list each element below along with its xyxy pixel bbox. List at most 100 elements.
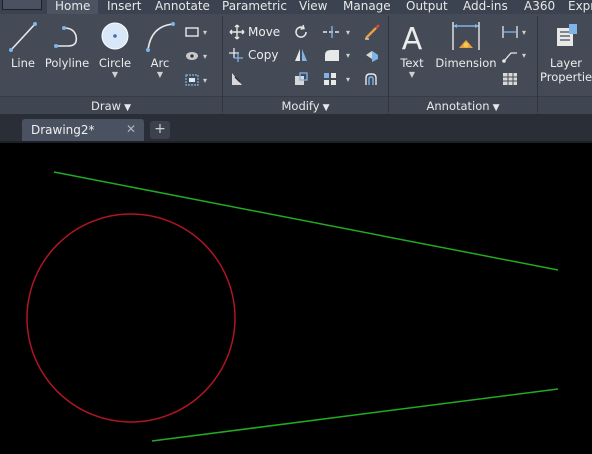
- mirror-button[interactable]: [293, 45, 309, 65]
- draw-panel-label: Draw: [91, 99, 122, 113]
- arc-icon: [146, 22, 175, 52]
- boundary-dropdown-icon[interactable]: ▾: [203, 76, 207, 85]
- circle-entity[interactable]: [26, 213, 236, 423]
- text-dropdown-icon[interactable]: ▼: [395, 70, 429, 79]
- copy-button[interactable]: Copy: [229, 45, 278, 65]
- erase-icon: [365, 24, 380, 40]
- modify-panel-label: Modify: [281, 99, 320, 113]
- annotation-panel-label: Annotation: [426, 99, 490, 113]
- offset-icon: [365, 73, 377, 85]
- document-tab-drawing2[interactable]: Drawing2* ✕: [22, 119, 144, 141]
- stretch-button[interactable]: [229, 69, 245, 89]
- scale-button[interactable]: [293, 69, 309, 89]
- trim-button[interactable]: ▾: [321, 22, 350, 42]
- boundary-icon: [185, 74, 199, 86]
- polyline-button[interactable]: Polyline: [42, 20, 92, 70]
- drawing-canvas[interactable]: [0, 141, 592, 454]
- line-button[interactable]: Line: [6, 20, 40, 70]
- polyline-label: Polyline: [44, 56, 90, 70]
- explode-button[interactable]: [363, 45, 381, 65]
- draw-panel: Line Polyline Circle ▼ Arc ▼ ▾ ▾ ▾ Draw …: [0, 14, 222, 114]
- line-icon: [9, 22, 37, 52]
- move-icon: [229, 24, 245, 40]
- circle-icon: [101, 22, 129, 50]
- fillet-icon: [325, 50, 339, 61]
- linear-dimension-icon: [502, 26, 518, 38]
- upper-line[interactable]: [53, 171, 559, 271]
- trim-dropdown-icon[interactable]: ▾: [346, 28, 350, 37]
- copy-label: Copy: [248, 48, 279, 62]
- modify-panel-title[interactable]: Modify ▼: [223, 96, 388, 114]
- table-button[interactable]: [501, 69, 519, 89]
- circle-label: Circle: [98, 56, 132, 70]
- tab-output[interactable]: Output: [406, 0, 448, 14]
- offset-button[interactable]: [363, 69, 381, 89]
- tab-home[interactable]: Home: [47, 0, 99, 14]
- layer-properties-icon: [557, 24, 577, 46]
- scale-icon: [295, 72, 308, 85]
- layers-panel-title[interactable]: [538, 96, 592, 114]
- rectangle-dropdown-icon[interactable]: ▾: [203, 28, 207, 37]
- dimension-icon: [452, 22, 480, 50]
- tab-add-ins[interactable]: Add-ins: [463, 0, 508, 14]
- leader-dropdown-icon[interactable]: ▾: [522, 51, 526, 60]
- new-tab-button[interactable]: +: [150, 121, 170, 139]
- svg-text:A: A: [402, 22, 423, 54]
- tab-parametric[interactable]: Parametric: [222, 0, 287, 14]
- circle-button[interactable]: Circle ▼: [96, 20, 134, 79]
- hatch-button[interactable]: ▾: [184, 46, 207, 66]
- mirror-icon: [295, 49, 307, 61]
- copy-icon: [229, 48, 243, 62]
- rotate-icon: [295, 24, 307, 38]
- layers-panel: Layer Properties: [538, 14, 592, 114]
- tab-a360[interactable]: A360: [524, 0, 555, 14]
- tab-view[interactable]: View: [299, 0, 327, 14]
- application-menu-button[interactable]: [2, 0, 42, 10]
- circle-dropdown-icon[interactable]: ▼: [96, 70, 134, 79]
- tab-annotate[interactable]: Annotate: [155, 0, 210, 14]
- arc-button[interactable]: Arc ▼: [142, 20, 178, 79]
- tab-insert[interactable]: Insert: [107, 0, 141, 14]
- fillet-dropdown-icon[interactable]: ▾: [346, 51, 350, 60]
- text-button[interactable]: A Text ▼: [395, 20, 429, 79]
- layer-properties-button[interactable]: Layer Properties: [540, 20, 592, 84]
- annotation-panel-expand-icon: ▼: [492, 103, 500, 113]
- annotation-panel-title[interactable]: Annotation ▼: [389, 96, 537, 114]
- layer-properties-label-2: Properties: [540, 70, 592, 84]
- rotate-button[interactable]: [293, 22, 309, 42]
- modify-panel: Move Copy ▾ ▾ ▾ Modify ▼: [223, 14, 388, 114]
- document-tab-label: Drawing2*: [31, 123, 95, 137]
- move-button[interactable]: Move: [229, 22, 280, 42]
- array-dropdown-icon[interactable]: ▾: [346, 75, 350, 84]
- leader-icon: [502, 52, 517, 63]
- line-label: Line: [11, 56, 35, 70]
- draw-panel-expand-icon: ▼: [124, 103, 131, 113]
- trim-icon: [323, 26, 341, 38]
- arc-dropdown-icon[interactable]: ▼: [142, 70, 178, 79]
- layer-properties-label-1: Layer: [549, 56, 583, 70]
- erase-button[interactable]: [363, 22, 381, 42]
- array-icon: [324, 73, 336, 85]
- leader-button[interactable]: ▾: [501, 45, 526, 65]
- fillet-button[interactable]: ▾: [321, 45, 350, 65]
- close-tab-icon[interactable]: ✕: [126, 122, 136, 136]
- arc-label: Arc: [150, 56, 170, 70]
- tab-manage[interactable]: Manage: [343, 0, 391, 14]
- text-label: Text: [400, 56, 424, 70]
- dimension-button[interactable]: Dimension: [435, 20, 497, 70]
- dimension-label: Dimension: [435, 56, 497, 70]
- text-icon: A: [402, 22, 423, 54]
- tab-express[interactable]: Expr: [568, 0, 592, 14]
- lower-line[interactable]: [151, 388, 559, 442]
- hatch-dropdown-icon[interactable]: ▾: [203, 52, 207, 61]
- draw-panel-title[interactable]: Draw ▼: [0, 96, 222, 114]
- rectangle-button[interactable]: ▾: [184, 22, 207, 42]
- boundary-button[interactable]: ▾: [184, 70, 207, 90]
- linear-dimension-dropdown-icon[interactable]: ▾: [522, 28, 526, 37]
- polyline-icon: [54, 26, 78, 48]
- annotation-panel: A Text ▼ Dimension ▾ ▾ Annotation ▼: [389, 14, 537, 114]
- table-icon: [503, 73, 517, 85]
- array-button[interactable]: ▾: [321, 69, 350, 89]
- move-label: Move: [248, 25, 281, 39]
- linear-dimension-button[interactable]: ▾: [501, 22, 526, 42]
